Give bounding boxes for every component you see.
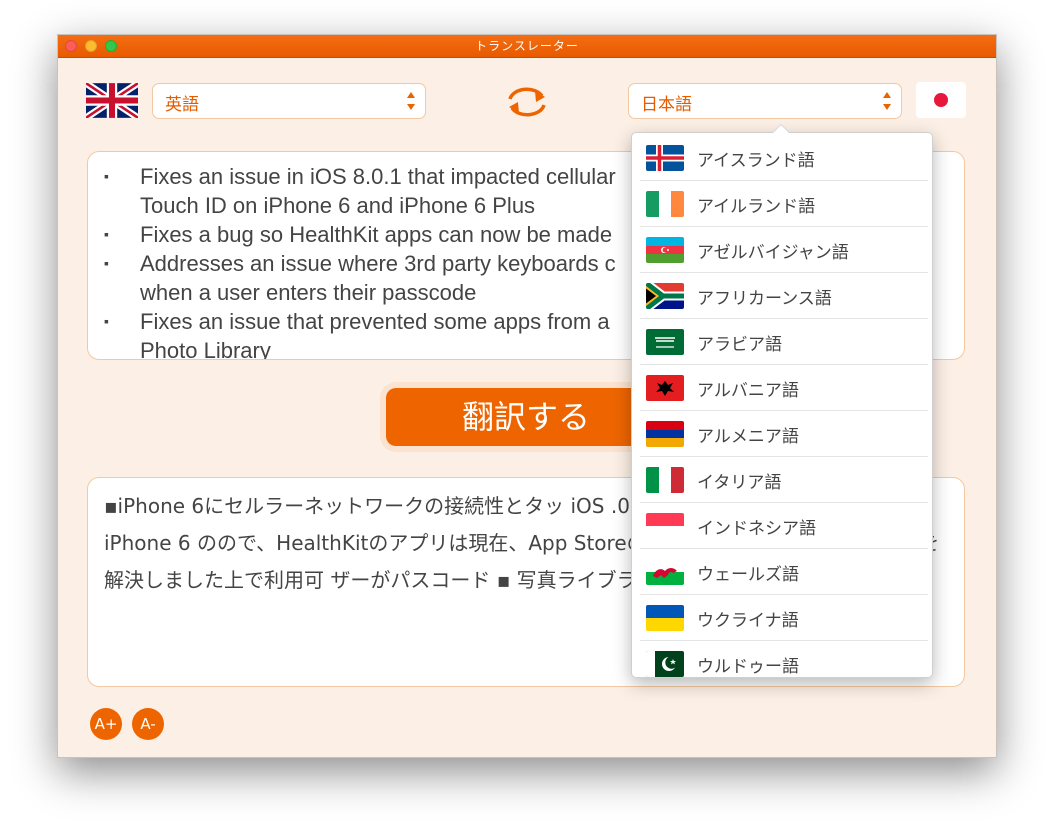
wales-flag-icon bbox=[646, 559, 684, 585]
indonesia-flag-icon bbox=[646, 513, 684, 539]
source-text-line-text: Fixes an issue that prevented some apps … bbox=[140, 309, 610, 334]
source-text-line-text: when a user enters their passcode bbox=[140, 280, 477, 305]
window-title: トランスレーター bbox=[475, 39, 579, 53]
bullet-marker: ▪ bbox=[104, 255, 109, 271]
armenia-flag-icon bbox=[646, 421, 684, 447]
ukraine-flag-icon bbox=[646, 605, 684, 631]
source-text-line-text: Addresses an issue where 3rd party keybo… bbox=[140, 251, 616, 276]
language-option-ukraine[interactable]: ウクライナ語 bbox=[632, 595, 932, 641]
select-arrows-icon bbox=[407, 92, 415, 110]
bullet-marker: ▪ bbox=[104, 168, 109, 184]
source-language-select[interactable]: 英語 bbox=[152, 83, 426, 119]
translate-button[interactable]: 翻訳する bbox=[386, 388, 666, 446]
uk-flag-icon bbox=[86, 83, 138, 118]
bullet-marker: ▪ bbox=[104, 226, 109, 242]
language-option-label: アゼルバイジャン語 bbox=[697, 243, 849, 263]
source-text-line: Photo Library bbox=[104, 336, 616, 360]
language-option-armenia[interactable]: アルメニア語 bbox=[632, 411, 932, 457]
select-arrows-icon bbox=[883, 92, 891, 110]
source-text-line-text: Photo Library bbox=[140, 338, 271, 360]
azerbaijan-flag-icon bbox=[646, 237, 684, 263]
language-option-pakistan[interactable]: ウルドゥー語 bbox=[632, 641, 932, 677]
language-list: アイスランド語 アイルランド語アゼルバイジャン語 アフリカーンス語 アラビア語アルバニ… bbox=[632, 133, 932, 677]
bullet-marker: ▪ bbox=[104, 313, 109, 329]
source-text-line: ▪ Fixes a bug so HealthKit apps can now b… bbox=[104, 220, 616, 249]
title-bar[interactable]: トランスレーター bbox=[58, 35, 996, 58]
language-option-azerbaijan[interactable]: アゼルバイジャン語 bbox=[632, 227, 932, 273]
dropdown-pointer bbox=[772, 124, 790, 133]
japan-flag-sun bbox=[934, 93, 948, 107]
decrease-font-button[interactable]: A- bbox=[132, 708, 164, 740]
source-text-line-text: Fixes an issue in iOS 8.0.1 that impacte… bbox=[140, 164, 616, 189]
albania-flag-icon bbox=[646, 375, 684, 401]
language-option-italy[interactable]: イタリア語 bbox=[632, 457, 932, 503]
source-text-line: when a user enters their passcode bbox=[104, 278, 616, 307]
language-option-label: ウェールズ語 bbox=[697, 565, 799, 585]
language-option-label: ウルドゥー語 bbox=[697, 657, 799, 677]
ireland-flag-icon bbox=[646, 191, 684, 217]
language-option-label: インドネシア語 bbox=[697, 519, 816, 539]
pakistan-flag-icon bbox=[646, 651, 684, 677]
source-text-line: ▪ Addresses an issue where 3rd party keyb… bbox=[104, 249, 616, 278]
source-text-line: ▪ Fixes an issue in iOS 8.0.1 that impact… bbox=[104, 162, 616, 191]
language-option-label: アイルランド語 bbox=[697, 197, 816, 217]
saudi-arabia-flag-icon bbox=[646, 329, 684, 355]
language-option-wales[interactable]: ウェールズ語 bbox=[632, 549, 932, 595]
swap-languages-icon[interactable] bbox=[502, 85, 552, 119]
source-text-content: ▪ Fixes an issue in iOS 8.0.1 that impact… bbox=[104, 162, 616, 360]
south-africa-flag-icon bbox=[646, 283, 684, 309]
source-language-label: 英語 bbox=[165, 95, 199, 115]
language-option-ireland[interactable]: アイルランド語 bbox=[632, 181, 932, 227]
language-option-label: アイスランド語 bbox=[697, 151, 815, 171]
language-option-indonesia[interactable]: インドネシア語 bbox=[632, 503, 932, 549]
language-option-label: アルメニア語 bbox=[697, 427, 799, 447]
source-text-line-text: Touch ID on iPhone 6 and iPhone 6 Plus bbox=[140, 193, 536, 218]
language-option-saudi-arabia[interactable]: アラビア語 bbox=[632, 319, 932, 365]
language-option-albania[interactable]: アルバニア語 bbox=[632, 365, 932, 411]
translator-window: トランスレーター 英語 日本語 ▪ Fixes an issue in iOS 8… bbox=[57, 34, 997, 758]
target-language-select[interactable]: 日本語 bbox=[628, 83, 902, 119]
source-text-line: Touch ID on iPhone 6 and iPhone 6 Plus bbox=[104, 191, 616, 220]
language-option-label: アフリカーンス語 bbox=[697, 289, 832, 309]
language-option-label: アラビア語 bbox=[697, 335, 782, 355]
language-option-label: ウクライナ語 bbox=[697, 611, 799, 631]
iceland-flag-icon bbox=[646, 145, 684, 171]
japan-flag-icon bbox=[916, 82, 966, 118]
source-text-line: ▪ Fixes an issue that prevented some apps… bbox=[104, 307, 616, 336]
language-dropdown-menu: アイスランド語 アイルランド語アゼルバイジャン語 アフリカーンス語 アラビア語アルバニ… bbox=[631, 124, 933, 678]
italy-flag-icon bbox=[646, 467, 684, 493]
language-option-label: イタリア語 bbox=[697, 473, 782, 493]
source-text-line-text: Fixes a bug so HealthKit apps can now be… bbox=[140, 222, 613, 247]
increase-font-button[interactable]: A+ bbox=[90, 708, 122, 740]
language-option-south-africa[interactable]: アフリカーンス語 bbox=[632, 273, 932, 319]
language-option-iceland[interactable]: アイスランド語 bbox=[632, 135, 932, 181]
language-option-label: アルバニア語 bbox=[697, 381, 799, 401]
target-language-label: 日本語 bbox=[641, 95, 692, 115]
